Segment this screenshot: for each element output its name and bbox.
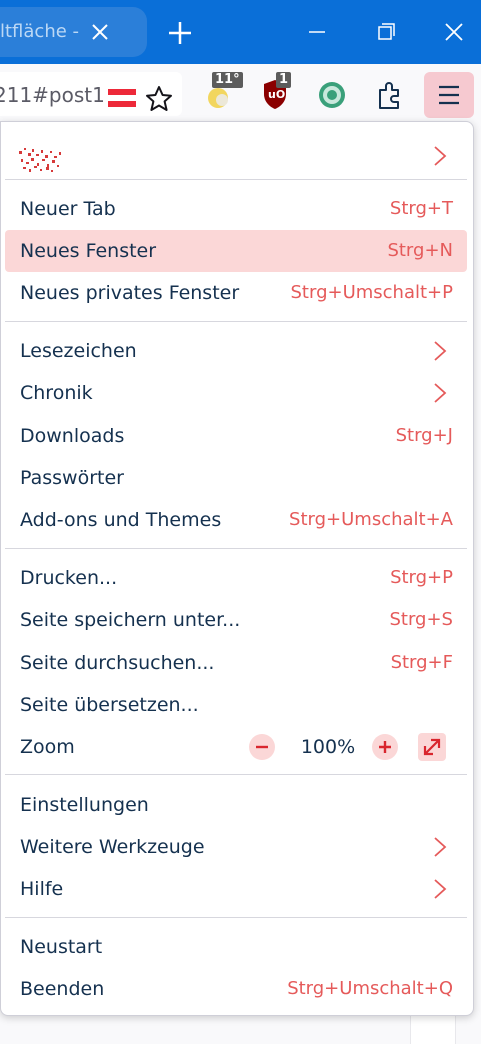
separator — [5, 917, 467, 918]
chevron-right-icon — [434, 879, 447, 899]
menu-item-translate[interactable]: Seite übersetzen... — [5, 684, 467, 726]
star-icon[interactable] — [144, 84, 174, 114]
menu-item-passwords[interactable]: Passwörter — [5, 457, 467, 499]
austria-flag-icon[interactable] — [108, 89, 136, 107]
separator — [5, 321, 467, 322]
weather-badge: 11° — [212, 72, 243, 88]
fullscreen-button[interactable] — [418, 733, 446, 761]
menu-item-shortcut: Strg+Umschalt+Q — [287, 978, 453, 999]
plus-icon[interactable] — [166, 19, 194, 47]
menu-item-shortcut: Strg+S — [389, 609, 453, 630]
menu-item-addons[interactable]: Add-ons und Themes Strg+Umschalt+A — [5, 499, 467, 541]
menu-item-shortcut: Strg+F — [390, 652, 453, 673]
restore-icon[interactable] — [372, 20, 400, 44]
tab-title: ltfläche - Go — [0, 21, 85, 42]
menu-item-help[interactable]: Hilfe — [5, 868, 467, 910]
separator — [5, 179, 467, 180]
circle-extension-icon[interactable] — [316, 78, 350, 112]
menu-item-label: Neues privates Fenster — [20, 282, 240, 304]
close-window-icon[interactable] — [440, 20, 468, 44]
menu-item-more-tools[interactable]: Weitere Werkzeuge — [5, 826, 467, 868]
minimize-icon[interactable] — [303, 22, 331, 42]
plus-icon — [379, 741, 391, 753]
menu-item-label: Downloads — [20, 425, 125, 447]
menu-item-label: Neustart — [20, 936, 103, 958]
ublock-badge: 1 — [276, 72, 292, 88]
browser-tab[interactable]: ltfläche - Go — [0, 7, 147, 57]
title-bar: ltfläche - Go — [0, 0, 481, 64]
zoom-in-button[interactable] — [372, 734, 398, 760]
menu-item-shortcut: Strg+Umschalt+A — [289, 509, 453, 530]
menu-item-label: Einstellungen — [20, 794, 149, 816]
menu-item-label: Passwörter — [20, 467, 124, 489]
app-menu: Neuer Tab Strg+T Neues Fenster Strg+N Ne… — [0, 121, 474, 1016]
navigation-bar: 211#post1 11° uO 1 — [0, 64, 481, 124]
url-bar[interactable]: 211#post1 — [0, 72, 182, 116]
chevron-right-icon — [434, 146, 447, 166]
menu-item-find-in-page[interactable]: Seite durchsuchen... Strg+F — [5, 642, 467, 684]
menu-item-zoom: Zoom 100% — [5, 726, 467, 768]
menu-item-label: Seite speichern unter... — [20, 609, 241, 631]
menu-item-history[interactable]: Chronik — [5, 372, 467, 414]
menu-item-shortcut: Strg+N — [387, 240, 453, 261]
url-text[interactable]: 211#post1 — [0, 83, 104, 107]
menu-item-label: Hilfe — [20, 878, 64, 900]
chevron-right-icon — [434, 383, 447, 403]
menu-item-downloads[interactable]: Downloads Strg+J — [5, 415, 467, 457]
menu-item-label: Neues Fenster — [20, 240, 157, 262]
zoom-level[interactable]: 100% — [296, 726, 360, 768]
menu-item-shortcut: Strg+P — [390, 567, 453, 588]
menu-item-settings[interactable]: Einstellungen — [5, 784, 467, 826]
menu-item-label: Beenden — [20, 978, 105, 1000]
menu-item-label: Seite durchsuchen... — [20, 652, 215, 674]
chevron-right-icon — [434, 341, 447, 361]
menu-item-label: Weitere Werkzeuge — [20, 836, 205, 858]
zoom-out-button[interactable] — [249, 734, 275, 760]
menu-item-shortcut: Strg+Umschalt+P — [290, 282, 454, 303]
menu-item-shortcut: Strg+J — [395, 425, 453, 446]
menu-item-bookmarks[interactable]: Lesezeichen — [5, 330, 467, 372]
menu-item-label: Seite übersetzen... — [20, 694, 199, 716]
menu-item-label: Add-ons und Themes — [20, 509, 222, 531]
menu-item-quit[interactable]: Beenden Strg+Umschalt+Q — [5, 968, 467, 1010]
menu-item-save-page[interactable]: Seite speichern unter... Strg+S — [5, 599, 467, 641]
menu-item-label: Zoom — [20, 736, 75, 758]
menu-item-restart[interactable]: Neustart — [5, 926, 467, 968]
separator — [5, 774, 467, 775]
menu-item-print[interactable]: Drucken... Strg+P — [5, 557, 467, 599]
menu-item-label: Lesezeichen — [20, 340, 137, 362]
separator — [5, 548, 467, 549]
menu-item-label: Chronik — [20, 382, 93, 404]
weather-icon[interactable]: 11° — [204, 72, 243, 112]
menu-item-label: Neuer Tab — [20, 198, 116, 220]
svg-text:uO: uO — [268, 88, 285, 101]
close-icon[interactable] — [88, 20, 112, 44]
account-avatar-icon — [19, 148, 61, 172]
ublock-icon[interactable]: uO 1 — [260, 72, 294, 112]
account-row[interactable] — [5, 130, 467, 182]
menu-item-new-private-window[interactable]: Neues privates Fenster Strg+Umschalt+P — [5, 272, 467, 314]
chevron-right-icon — [434, 837, 447, 857]
puzzle-icon[interactable] — [374, 78, 408, 112]
menu-item-new-tab[interactable]: Neuer Tab Strg+T — [5, 188, 467, 230]
menu-item-label: Drucken... — [20, 567, 118, 589]
menu-item-new-window[interactable]: Neues Fenster Strg+N — [5, 230, 467, 272]
menu-item-shortcut: Strg+T — [389, 198, 453, 219]
minus-icon — [256, 745, 268, 749]
hamburger-menu-icon[interactable] — [424, 72, 474, 118]
fullscreen-icon — [423, 738, 441, 756]
